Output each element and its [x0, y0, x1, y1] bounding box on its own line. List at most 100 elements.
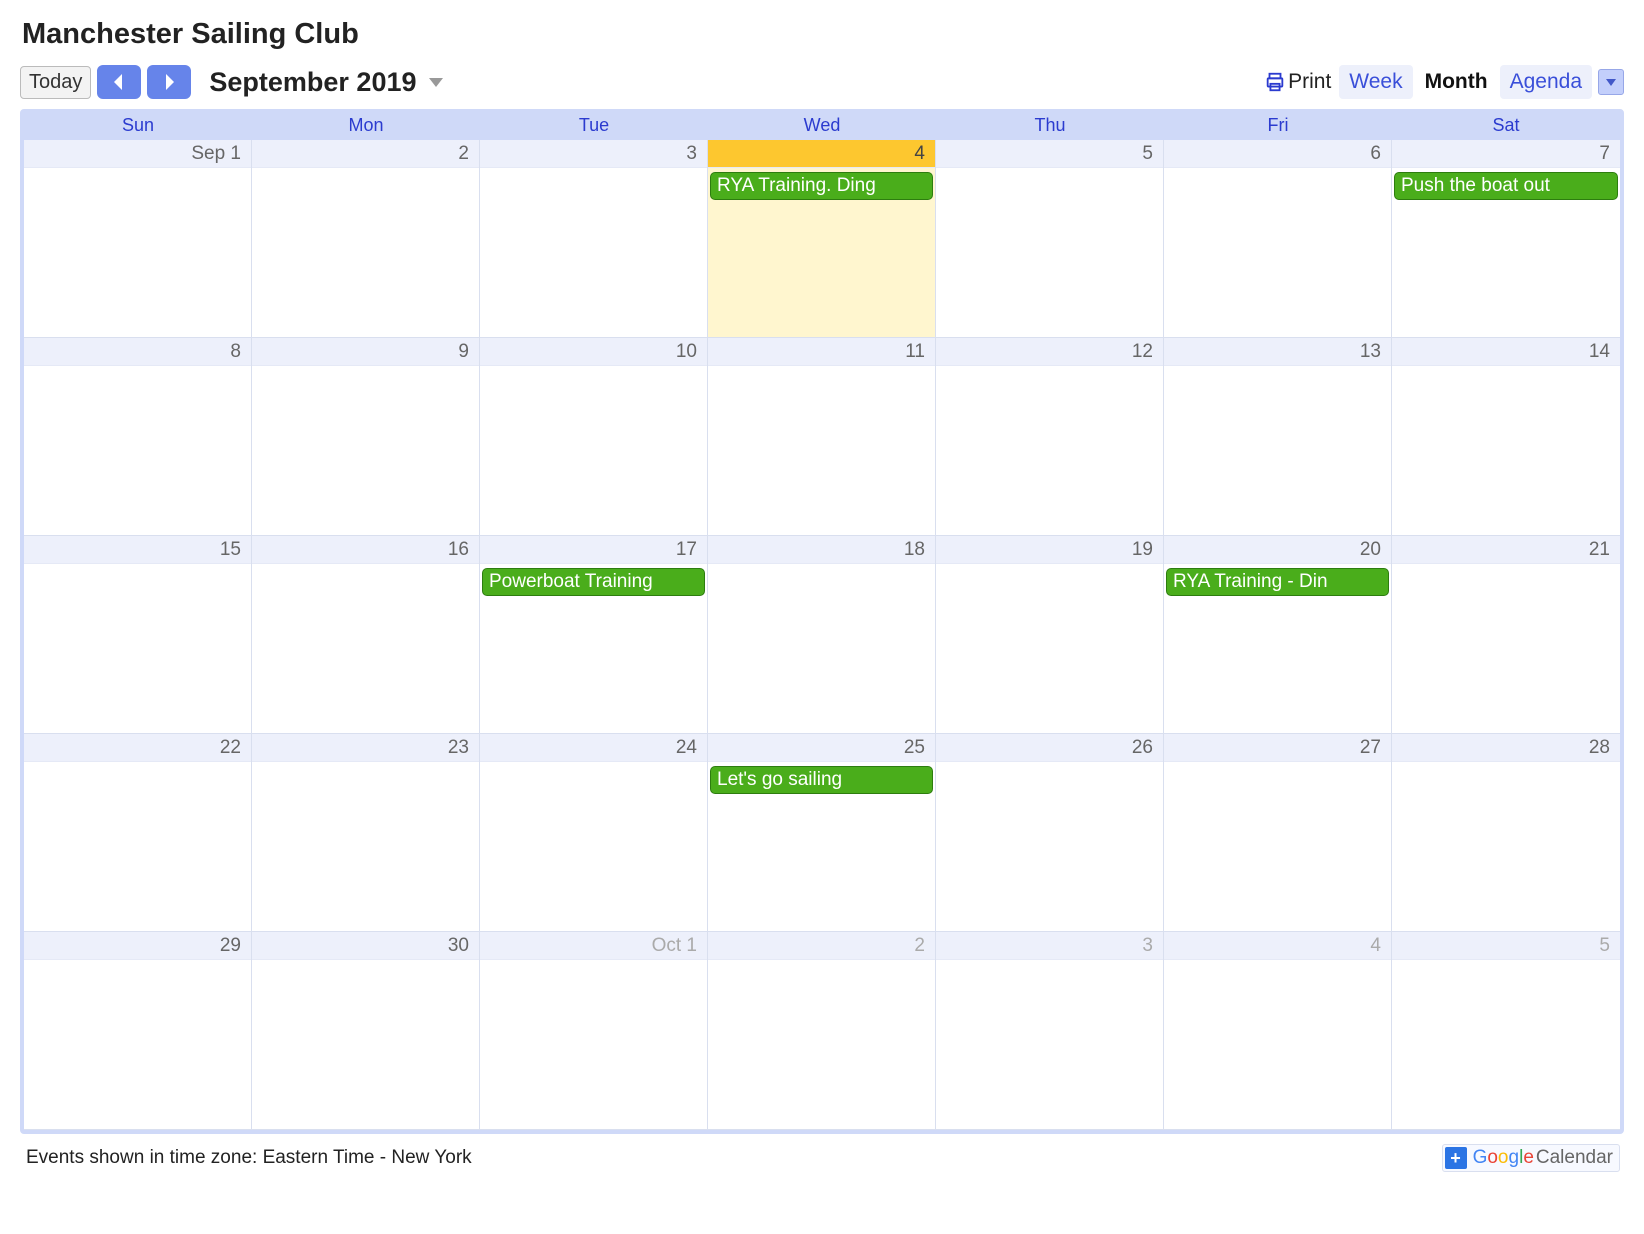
- day-header: Sun: [24, 113, 252, 140]
- date-label: Sep 1: [24, 140, 251, 168]
- calendar-event[interactable]: Push the boat out: [1394, 172, 1618, 200]
- date-label: 3: [936, 932, 1163, 960]
- view-week-button[interactable]: Week: [1339, 65, 1412, 99]
- day-cell[interactable]: 9: [252, 338, 480, 536]
- plus-icon: +: [1445, 1147, 1467, 1169]
- day-cell[interactable]: 26: [936, 734, 1164, 932]
- view-month-button[interactable]: Month: [1415, 65, 1498, 99]
- month-year-label: September 2019: [209, 67, 416, 98]
- day-cell[interactable]: 8: [24, 338, 252, 536]
- date-label: 26: [936, 734, 1163, 762]
- footer: Events shown in time zone: Eastern Time …: [20, 1134, 1624, 1172]
- calendar-text: Calendar: [1536, 1147, 1613, 1169]
- day-cell[interactable]: 16: [252, 536, 480, 734]
- day-header: Mon: [252, 113, 480, 140]
- date-label: 9: [252, 338, 479, 366]
- day-cell[interactable]: 11: [708, 338, 936, 536]
- date-label: 4: [1164, 932, 1391, 960]
- date-label: 7: [1392, 140, 1620, 168]
- day-cell[interactable]: 30: [252, 932, 480, 1130]
- day-cell[interactable]: 3: [480, 140, 708, 338]
- date-label: 29: [24, 932, 251, 960]
- day-header: Wed: [708, 113, 936, 140]
- date-label: 25: [708, 734, 935, 762]
- date-label: 28: [1392, 734, 1620, 762]
- date-label: 17: [480, 536, 707, 564]
- calendar-container: Sun Mon Tue Wed Thu Fri Sat Sep 1234RYA …: [20, 109, 1624, 1134]
- day-cell[interactable]: 19: [936, 536, 1164, 734]
- date-label: 5: [936, 140, 1163, 168]
- date-label: 4: [708, 140, 935, 168]
- timezone-label: Events shown in time zone: Eastern Time …: [26, 1147, 472, 1169]
- google-logo: Google: [1473, 1147, 1534, 1169]
- day-cell[interactable]: 29: [24, 932, 252, 1130]
- chevron-right-icon: [163, 74, 175, 90]
- calendar-event[interactable]: RYA Training. Ding: [710, 172, 933, 200]
- prev-month-button[interactable]: [97, 65, 141, 99]
- date-label: Oct 1: [480, 932, 707, 960]
- date-label: 27: [1164, 734, 1391, 762]
- month-dropdown-icon[interactable]: [429, 78, 443, 87]
- date-label: 20: [1164, 536, 1391, 564]
- date-label: 5: [1392, 932, 1620, 960]
- day-cell[interactable]: 14: [1392, 338, 1620, 536]
- date-label: 23: [252, 734, 479, 762]
- toolbar: Today September 2019 Print Week Month Ag…: [20, 61, 1624, 103]
- calendar-event[interactable]: Powerboat Training: [482, 568, 705, 596]
- date-label: 16: [252, 536, 479, 564]
- month-grid: Sep 1234RYA Training. Ding567Push the bo…: [24, 140, 1620, 1130]
- day-cell[interactable]: 5: [1392, 932, 1620, 1130]
- print-label: Print: [1288, 70, 1331, 94]
- day-cell[interactable]: 3: [936, 932, 1164, 1130]
- day-cell[interactable]: 21: [1392, 536, 1620, 734]
- day-cell[interactable]: 6: [1164, 140, 1392, 338]
- day-cell[interactable]: 18: [708, 536, 936, 734]
- chevron-down-icon: [1606, 79, 1616, 86]
- date-label: 11: [708, 338, 935, 366]
- date-label: 21: [1392, 536, 1620, 564]
- date-label: 2: [252, 140, 479, 168]
- day-cell[interactable]: 12: [936, 338, 1164, 536]
- calendar-event[interactable]: RYA Training - Din: [1166, 568, 1389, 596]
- date-label: 15: [24, 536, 251, 564]
- day-cell[interactable]: 15: [24, 536, 252, 734]
- date-label: 24: [480, 734, 707, 762]
- day-header: Fri: [1164, 113, 1392, 140]
- day-cell[interactable]: 7 Push the boat out: [1392, 140, 1620, 338]
- day-cell[interactable]: Oct 1: [480, 932, 708, 1130]
- date-label: 13: [1164, 338, 1391, 366]
- view-agenda-button[interactable]: Agenda: [1500, 65, 1592, 99]
- day-cell[interactable]: 10: [480, 338, 708, 536]
- day-cell[interactable]: 23: [252, 734, 480, 932]
- day-cell[interactable]: 2: [252, 140, 480, 338]
- today-button[interactable]: Today: [20, 66, 91, 99]
- date-label: 30: [252, 932, 479, 960]
- day-cell[interactable]: 24: [480, 734, 708, 932]
- day-cell[interactable]: 22: [24, 734, 252, 932]
- date-label: 8: [24, 338, 251, 366]
- day-cell[interactable]: 2: [708, 932, 936, 1130]
- day-cell[interactable]: 13: [1164, 338, 1392, 536]
- add-to-google-calendar-button[interactable]: + Google Calendar: [1442, 1144, 1620, 1172]
- date-label: 12: [936, 338, 1163, 366]
- day-cell[interactable]: 27: [1164, 734, 1392, 932]
- date-label: 2: [708, 932, 935, 960]
- date-label: 10: [480, 338, 707, 366]
- next-month-button[interactable]: [147, 65, 191, 99]
- day-header: Thu: [936, 113, 1164, 140]
- day-cell[interactable]: 20 RYA Training - Din: [1164, 536, 1392, 734]
- day-header: Tue: [480, 113, 708, 140]
- day-cell[interactable]: Sep 1: [24, 140, 252, 338]
- day-headers: Sun Mon Tue Wed Thu Fri Sat: [24, 113, 1620, 140]
- print-button[interactable]: Print: [1264, 70, 1331, 94]
- day-cell[interactable]: 5: [936, 140, 1164, 338]
- date-label: 19: [936, 536, 1163, 564]
- date-label: 18: [708, 536, 935, 564]
- day-cell[interactable]: 4 RYA Training. Ding: [708, 140, 936, 338]
- day-cell[interactable]: 25 Let's go sailing: [708, 734, 936, 932]
- view-dropdown-button[interactable]: [1598, 69, 1624, 95]
- calendar-event[interactable]: Let's go sailing: [710, 766, 933, 794]
- day-cell[interactable]: 28: [1392, 734, 1620, 932]
- day-cell[interactable]: 17 Powerboat Training: [480, 536, 708, 734]
- day-cell[interactable]: 4: [1164, 932, 1392, 1130]
